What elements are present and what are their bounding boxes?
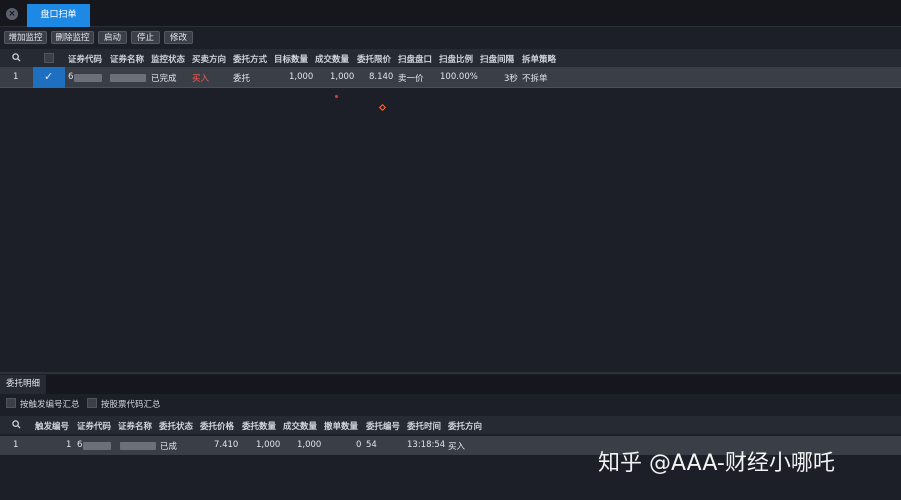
security-code: 6 — [77, 440, 83, 450]
search-icon[interactable] — [12, 53, 21, 62]
column-header[interactable]: 成交数量 — [315, 53, 349, 65]
column-header[interactable]: 证券名称 — [110, 53, 144, 65]
order-no: 54 — [366, 440, 377, 450]
column-header[interactable]: 委托方向 — [448, 420, 482, 432]
start-button[interactable]: 启动 — [98, 31, 127, 44]
tab-order-scan[interactable]: 盘口扫单 — [27, 4, 90, 27]
lower-tab-bar: 委托明细 — [0, 375, 901, 394]
summary-options: 按触发编号汇总 按股票代码汇总 — [0, 396, 901, 414]
scan-level: 卖一价 — [398, 74, 424, 84]
check-icon: ✓ — [44, 70, 54, 83]
row-index: 1 — [13, 72, 19, 82]
security-code: 6 — [68, 72, 74, 82]
order-time: 13:18:54 — [407, 440, 446, 450]
orders-table-header: 触发编号 证券代码 证券名称 委托状态 委托价格 委托数量 成交数量 撤单数量 … — [0, 416, 901, 434]
order-status: 已成 — [160, 442, 178, 452]
close-icon[interactable]: × — [6, 8, 18, 20]
column-header[interactable]: 证券代码 — [77, 420, 111, 432]
column-header[interactable]: 委托限价 — [357, 53, 391, 65]
stop-button[interactable]: 停止 — [131, 31, 160, 44]
add-monitor-button[interactable]: 增加监控 — [4, 31, 47, 44]
edit-button[interactable]: 修改 — [164, 31, 193, 44]
option-label: 按股票代码汇总 — [101, 400, 161, 410]
column-header[interactable]: 扫盘比例 — [439, 53, 473, 65]
column-header[interactable]: 证券代码 — [68, 53, 102, 65]
column-header[interactable]: 触发编号 — [35, 420, 69, 432]
order-type: 委托 — [233, 74, 251, 84]
option-group-by-trigger[interactable]: 按触发编号汇总 — [6, 398, 80, 410]
panel-splitter[interactable] — [0, 372, 901, 374]
column-header[interactable]: 成交数量 — [283, 420, 317, 432]
watermark: 知乎 @AAA-财经小哪吒 — [598, 451, 835, 476]
monitor-status: 已完成 — [151, 74, 177, 84]
column-header[interactable]: 目标数量 — [274, 53, 308, 65]
target-qty: 1,000 — [289, 72, 314, 82]
row-index: 1 — [13, 440, 19, 450]
column-header[interactable]: 委托价格 — [200, 420, 234, 432]
title-bar: × 盘口扫单 — [0, 0, 901, 27]
trade-side: 买入 — [192, 74, 210, 84]
toolbar: 增加监控 删除监控 启动 停止 修改 — [0, 30, 901, 46]
column-header[interactable]: 委托方式 — [233, 53, 267, 65]
redacted-name — [120, 442, 156, 450]
column-header[interactable]: 委托编号 — [366, 420, 400, 432]
order-side: 买入 — [448, 442, 466, 452]
column-header[interactable]: 买卖方向 — [192, 53, 226, 65]
search-icon[interactable] — [12, 420, 21, 429]
filled-qty: 1,000 — [297, 440, 322, 450]
column-header[interactable]: 委托状态 — [159, 420, 193, 432]
redacted-name — [110, 74, 146, 82]
cancel-qty: 0 — [356, 440, 362, 450]
row-checkbox[interactable]: ✓ — [33, 67, 65, 88]
column-header[interactable]: 扫盘间隔 — [480, 53, 514, 65]
column-header[interactable]: 证券名称 — [118, 420, 152, 432]
select-all-checkbox[interactable] — [44, 53, 54, 63]
monitor-table-header: 证券代码 证券名称 监控状态 买卖方向 委托方式 目标数量 成交数量 委托限价 … — [0, 49, 901, 67]
cursor-marker — [378, 103, 387, 112]
column-header[interactable]: 拆单策略 — [522, 53, 556, 65]
split-strategy: 不拆单 — [522, 74, 548, 84]
filled-qty: 1,000 — [330, 72, 355, 82]
order-price: 7.410 — [214, 440, 239, 450]
order-qty: 1,000 — [256, 440, 281, 450]
column-header[interactable]: 扫盘盘口 — [398, 53, 432, 65]
checkbox[interactable] — [87, 398, 97, 408]
table-row[interactable]: 1 ✓ 6 已完成 买入 委托 1,000 1,000 8.140 卖一价 10… — [0, 67, 901, 88]
option-label: 按触发编号汇总 — [20, 400, 80, 410]
limit-price: 8.140 — [369, 72, 394, 82]
scan-interval: 3秒 — [504, 74, 518, 84]
delete-monitor-button[interactable]: 删除监控 — [51, 31, 94, 44]
tab-order-details[interactable]: 委托明细 — [0, 375, 46, 394]
redacted-code — [83, 442, 111, 450]
cursor-dot — [335, 95, 338, 98]
checkbox[interactable] — [6, 398, 16, 408]
column-header[interactable]: 委托数量 — [242, 420, 276, 432]
option-group-by-code[interactable]: 按股票代码汇总 — [87, 398, 161, 410]
trigger-no: 1 — [66, 440, 72, 450]
column-header[interactable]: 撤单数量 — [324, 420, 358, 432]
column-header[interactable]: 监控状态 — [151, 53, 185, 65]
column-header[interactable]: 委托时间 — [407, 420, 441, 432]
scan-ratio: 100.00% — [440, 72, 478, 82]
redacted-code — [74, 74, 102, 82]
